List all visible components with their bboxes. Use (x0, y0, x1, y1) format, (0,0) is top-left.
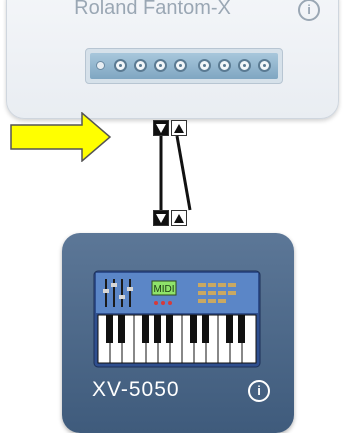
yellow-right-arrow-icon (10, 112, 112, 162)
top-device-card[interactable]: Roland Fantom-X i (6, 0, 339, 119)
midi-interface-icon (85, 48, 283, 84)
bottom-device-card[interactable]: MIDI XV-5050 i (62, 233, 294, 433)
bottom-device-info-icon[interactable]: i (248, 380, 270, 402)
midi-screen-label: MIDI (153, 284, 174, 295)
top-device-info-icon[interactable]: i (298, 0, 320, 21)
down-arrow-icon[interactable] (153, 210, 169, 226)
keyboard-synth-icon: MIDI (93, 270, 261, 368)
up-arrow-icon[interactable] (171, 210, 187, 226)
top-device-name: Roland Fantom-X (74, 0, 231, 19)
bottom-device-name: XV-5050 (92, 378, 180, 401)
midi-cable (159, 135, 192, 211)
